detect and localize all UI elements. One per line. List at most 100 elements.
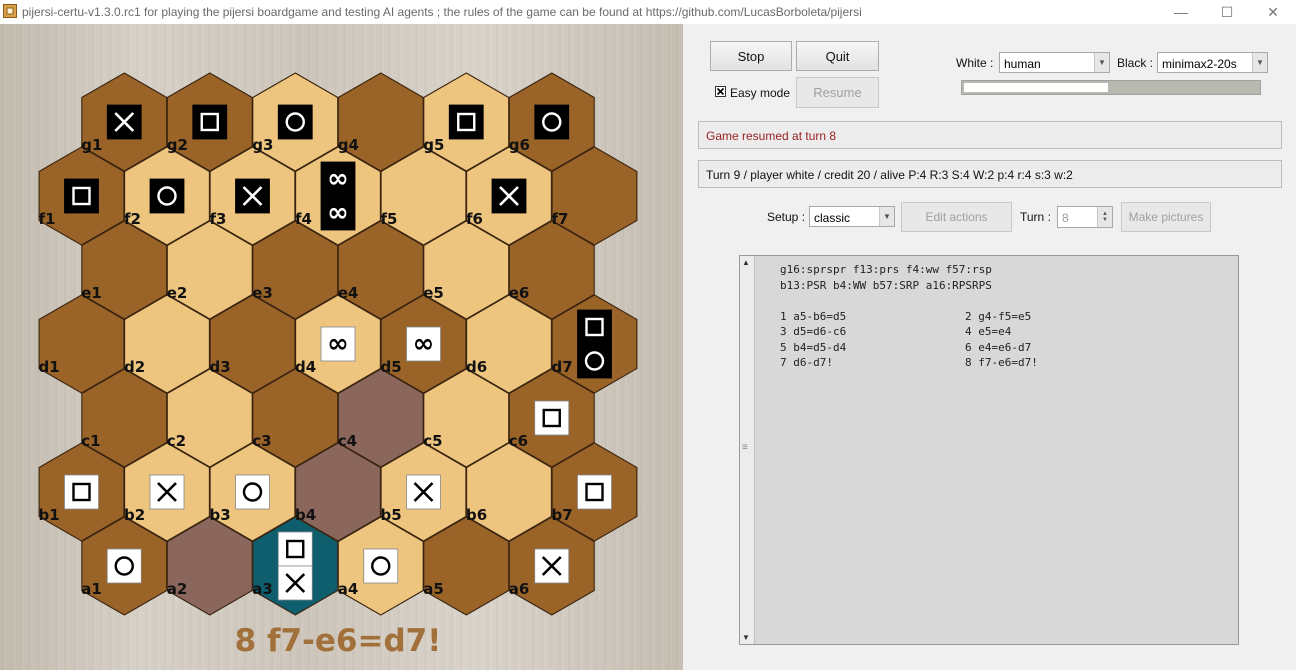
white-player-select[interactable]: human ▼ bbox=[999, 52, 1110, 73]
log-move: 4 e5=e4 bbox=[965, 325, 1012, 338]
window-title: pijersi-certu-v1.3.0.rc1 for playing the… bbox=[22, 5, 862, 19]
maximize-button[interactable]: ☐ bbox=[1204, 0, 1250, 24]
log-move: 6 e4=e6-d7 bbox=[965, 340, 1032, 354]
white-paper-piece[interactable] bbox=[577, 474, 612, 510]
log-move: 3 d5=d6-c6 bbox=[780, 325, 847, 338]
status-message: Game resumed at turn 8 bbox=[706, 129, 837, 143]
setup-value: classic bbox=[814, 211, 851, 225]
setup-label: Setup : bbox=[767, 210, 806, 224]
white-scissors-piece[interactable] bbox=[406, 474, 441, 510]
white-wise-piece[interactable]: ∞ bbox=[320, 326, 356, 362]
cell-label-f6: f6 bbox=[466, 210, 483, 228]
log-move-row: 7 d6-d7! 8 f7-e6=d7! bbox=[780, 355, 1038, 371]
game-board[interactable]: g1 g2 g3 g4 g5 g6 f1 f2 f3 f4 f5 f6 f7 e1 e2 e3 e4 e5 e6 d1… bbox=[0, 24, 683, 670]
cell-label-a1: a1 bbox=[81, 580, 102, 598]
white-scissors-piece[interactable] bbox=[149, 474, 185, 510]
cell-label-f4: f4 bbox=[295, 210, 312, 228]
cell-label-d7: d7 bbox=[552, 358, 573, 376]
chevron-down-icon: ▼ bbox=[1094, 53, 1109, 72]
white-player-label: White : bbox=[956, 56, 994, 70]
black-rock-piece[interactable] bbox=[277, 104, 313, 140]
close-button[interactable]: ✕ bbox=[1250, 0, 1296, 24]
cell-label-g4: g4 bbox=[338, 136, 359, 154]
log-move-row: 5 b4=d5-d4 6 e4=e6-d7 bbox=[780, 340, 1038, 356]
turn-label: Turn : bbox=[1020, 210, 1051, 224]
game-log[interactable]: ▲ ≡ ▼ g16:sprspr f13:prs f4:ww f57:rsp b… bbox=[739, 255, 1239, 645]
cell-label-d2: d2 bbox=[124, 358, 145, 376]
turn-info: Turn 9 / player white / credit 20 / aliv… bbox=[706, 168, 1073, 182]
black-paper-piece[interactable] bbox=[192, 104, 228, 140]
quit-button[interactable]: Quit bbox=[796, 41, 879, 71]
cell-label-c5: c5 bbox=[423, 432, 442, 450]
cell-label-a6: a6 bbox=[509, 580, 530, 598]
check-icon bbox=[716, 87, 725, 96]
minimize-button[interactable]: — bbox=[1158, 0, 1204, 24]
cell-label-g6: g6 bbox=[509, 136, 530, 154]
cell-label-f7: f7 bbox=[552, 210, 569, 228]
black-paper-piece[interactable] bbox=[64, 178, 99, 214]
cell-label-g2: g2 bbox=[167, 136, 188, 154]
log-move-row: 1 a5-b6=d5 2 g4-f5=e5 bbox=[780, 309, 1038, 325]
black-rock-piece[interactable] bbox=[149, 178, 185, 214]
white-scissors-piece[interactable] bbox=[277, 565, 313, 601]
easy-mode-checkbox[interactable] bbox=[715, 86, 726, 97]
log-move: 8 f7-e6=d7! bbox=[965, 356, 1038, 369]
scroll-down-icon[interactable]: ▼ bbox=[742, 633, 750, 642]
chevron-down-icon: ▼ bbox=[1252, 53, 1267, 72]
cell-label-e6: e6 bbox=[509, 284, 530, 302]
cell-label-a5: a5 bbox=[423, 580, 444, 598]
setup-select[interactable]: classic ▼ bbox=[809, 206, 895, 227]
scroll-grip-icon[interactable]: ≡ bbox=[742, 442, 748, 453]
cell-label-c2: c2 bbox=[167, 432, 186, 450]
app-icon bbox=[3, 4, 17, 18]
black-paper-piece[interactable] bbox=[577, 309, 612, 345]
cell-label-d6: d6 bbox=[466, 358, 487, 376]
black-scissors-piece[interactable] bbox=[491, 178, 527, 214]
cell-label-a4: a4 bbox=[338, 580, 359, 598]
cell-label-f5: f5 bbox=[381, 210, 398, 228]
resume-button[interactable]: Resume bbox=[796, 77, 879, 108]
black-player-select[interactable]: minimax2-20s ▼ bbox=[1157, 52, 1268, 73]
edit-actions-button[interactable]: Edit actions bbox=[901, 202, 1012, 232]
white-paper-piece[interactable] bbox=[277, 531, 313, 567]
black-scissors-piece[interactable] bbox=[106, 104, 142, 140]
cell-label-d1: d1 bbox=[39, 358, 60, 376]
black-player-label: Black : bbox=[1117, 56, 1154, 70]
log-scrollbar[interactable]: ▲ ≡ ▼ bbox=[740, 256, 755, 644]
black-wise-piece[interactable]: ∞ bbox=[320, 161, 356, 197]
white-paper-piece[interactable] bbox=[64, 474, 99, 510]
black-scissors-piece[interactable] bbox=[235, 178, 270, 214]
black-rock-piece[interactable] bbox=[577, 343, 612, 379]
cell-label-d5: d5 bbox=[381, 358, 402, 376]
white-rock-piece[interactable] bbox=[235, 474, 270, 510]
black-paper-piece[interactable] bbox=[448, 104, 484, 140]
black-rock-piece[interactable] bbox=[534, 104, 570, 140]
log-text: g16:sprspr f13:prs f4:ww f57:rsp b13:PSR… bbox=[780, 262, 1038, 371]
cell-label-g5: g5 bbox=[423, 136, 444, 154]
spin-arrows-icon[interactable]: ▲ ▼ bbox=[1097, 207, 1112, 227]
white-wise-piece[interactable]: ∞ bbox=[406, 326, 441, 362]
white-rock-piece[interactable] bbox=[363, 548, 399, 584]
log-move: 5 b4=d5-d4 bbox=[780, 340, 847, 354]
wise-icon: ∞ bbox=[327, 198, 349, 228]
last-move-label: 8 f7-e6=d7! bbox=[235, 623, 442, 659]
cell-label-e2: e2 bbox=[167, 284, 188, 302]
log-move-row: 3 d5=d6-c6 4 e5=e4 bbox=[780, 324, 1038, 340]
scroll-up-icon[interactable]: ▲ bbox=[742, 258, 750, 267]
stop-button[interactable]: Stop bbox=[710, 41, 792, 71]
log-move: 7 d6-d7! bbox=[780, 356, 833, 369]
white-rock-piece[interactable] bbox=[106, 548, 142, 584]
white-scissors-piece[interactable] bbox=[534, 548, 570, 584]
make-pictures-button[interactable]: Make pictures bbox=[1121, 202, 1211, 232]
cell-label-f3: f3 bbox=[210, 210, 227, 228]
cell-label-e1: e1 bbox=[81, 284, 102, 302]
black-wise-piece[interactable]: ∞ bbox=[320, 195, 356, 231]
white-paper-piece[interactable] bbox=[534, 400, 570, 436]
turn-spinbox[interactable]: 8 ▲ ▼ bbox=[1057, 206, 1113, 228]
search-progress-bar bbox=[961, 80, 1261, 95]
cell-label-a2: a2 bbox=[167, 580, 188, 598]
cell-label-b2: b2 bbox=[124, 506, 145, 524]
board-area: g1 g2 g3 g4 g5 g6 f1 f2 f3 f4 f5 f6 f7 e1 e2 e3 e4 e5 e6 d1… bbox=[0, 24, 683, 670]
turn-info-box: Turn 9 / player white / credit 20 / aliv… bbox=[698, 160, 1282, 188]
title-bar: pijersi-certu-v1.3.0.rc1 for playing the… bbox=[0, 0, 1296, 24]
